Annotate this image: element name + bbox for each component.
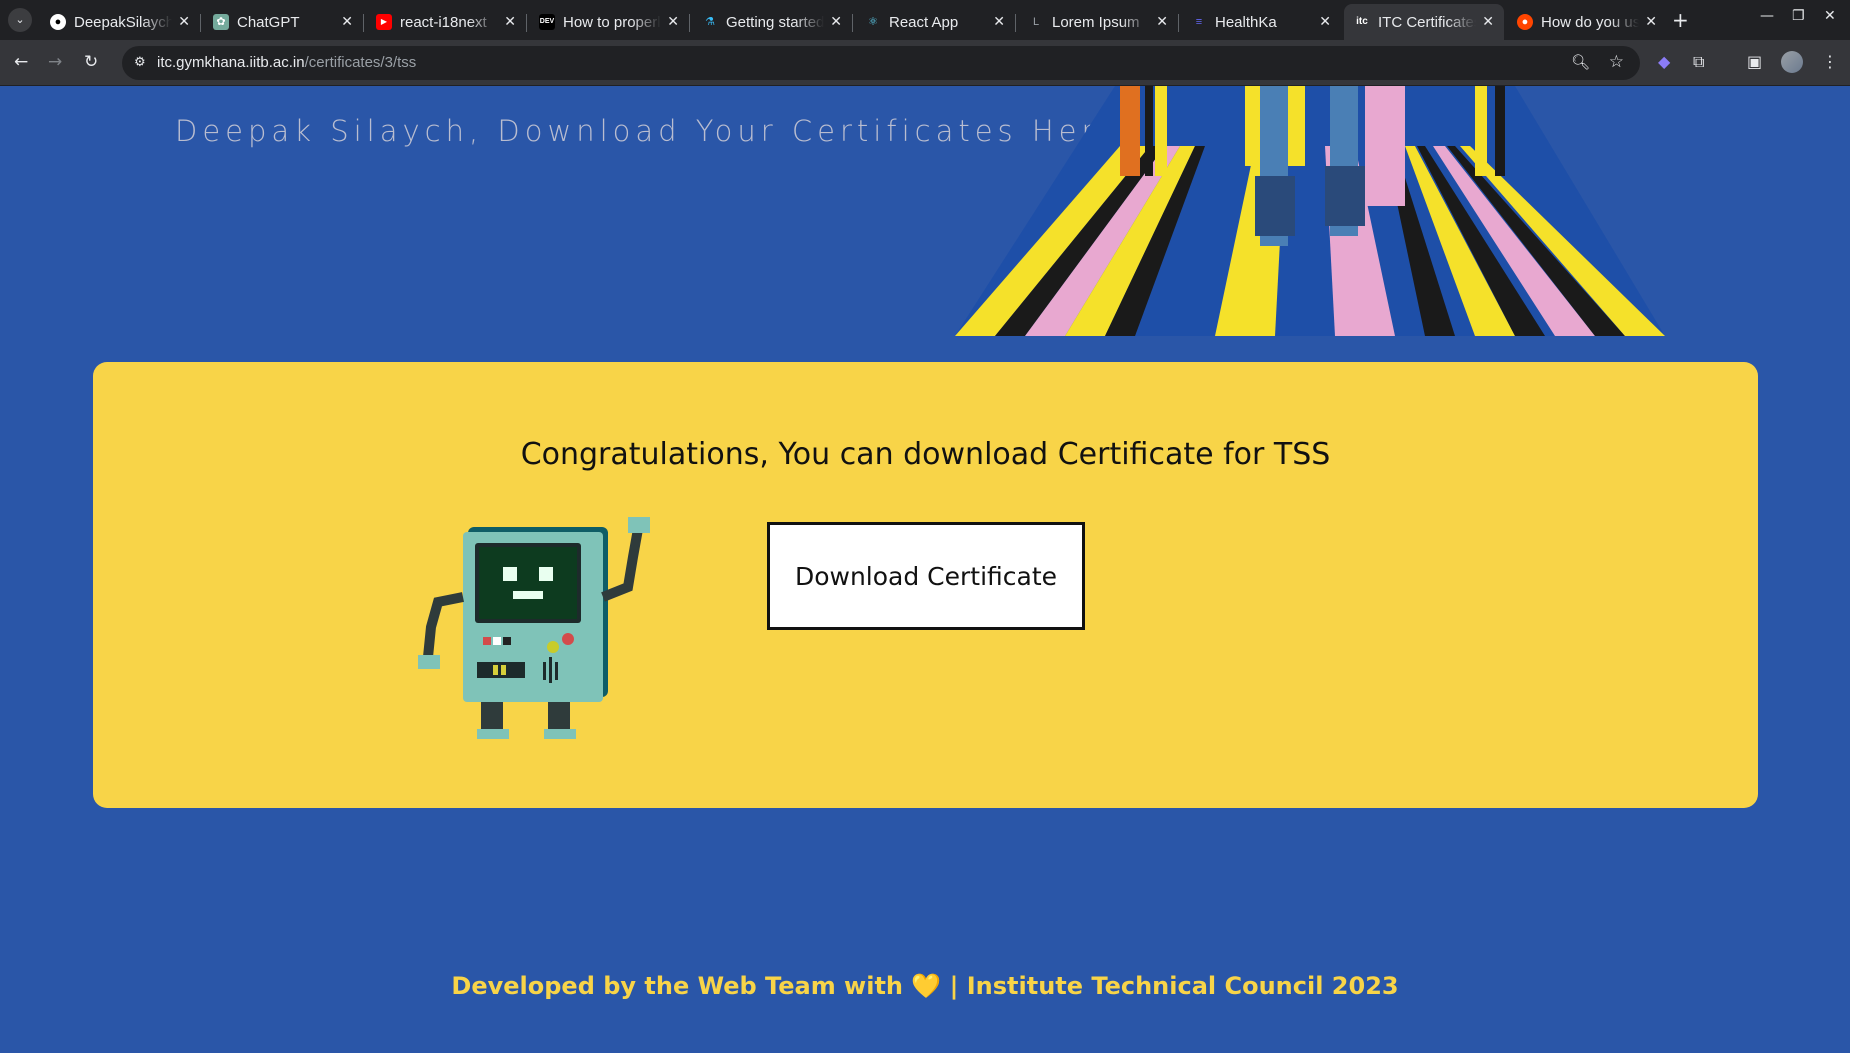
card-heading: Congratulations, You can download Certif…	[520, 437, 1331, 472]
url-text[interactable]: itc.gymkhana.iitb.ac.in/certificates/3/t…	[157, 54, 416, 71]
close-icon[interactable]: ✕	[667, 13, 679, 30]
flask-icon: ⚗	[705, 16, 715, 28]
certificate-card: Congratulations, You can download Certif…	[93, 362, 1758, 808]
dev-icon: DEV	[539, 14, 555, 30]
forward-icon[interactable]: →	[48, 52, 62, 72]
tab-getting-started[interactable]: ⚗ Getting started ✕	[692, 4, 853, 40]
side-panel-icon[interactable]: ▣	[1747, 52, 1762, 71]
react-icon: ⚛	[868, 16, 878, 28]
zoom-icon[interactable]: 🔍︎	[1571, 53, 1590, 71]
tab-chatgpt[interactable]: ✿ ChatGPT ✕	[203, 4, 364, 40]
tab-title: How do you use	[1541, 13, 1639, 31]
tab-title: React App	[889, 13, 959, 31]
reload-icon[interactable]: ↻	[84, 52, 98, 72]
address-bar[interactable]: ⚙ itc.gymkhana.iitb.ac.in/certificates/3…	[122, 46, 1640, 80]
itc-icon: itc	[1356, 16, 1368, 27]
tab-youtube[interactable]: ▶ react-i18next ✕	[366, 4, 527, 40]
close-icon[interactable]: ✕	[1645, 13, 1657, 30]
tab-title: HealthKa	[1215, 13, 1277, 31]
tab-separator	[852, 14, 853, 32]
close-icon[interactable]: ✕	[504, 13, 516, 30]
tab-bar: ⌄ ● DeepakSilaych ✕ ✿ ChatGPT ✕ ▶ react-…	[0, 0, 1850, 40]
chatgpt-icon: ✿	[213, 14, 229, 30]
tab-title: Lorem Ipsum	[1052, 13, 1140, 31]
tab-lorem-ipsum[interactable]: L Lorem Ipsum ✕	[1018, 4, 1179, 40]
tab-separator	[200, 14, 201, 32]
url-path: /certificates/3/tss	[304, 54, 417, 71]
site-info-icon[interactable]: ⚙	[134, 55, 146, 70]
minimize-icon[interactable]: —	[1760, 8, 1774, 24]
youtube-icon: ▶	[376, 14, 392, 30]
window-close-icon[interactable]: ✕	[1824, 8, 1836, 24]
tab-reddit[interactable]: ● How do you use ✕	[1507, 4, 1667, 40]
footer-text: Developed by the Web Team with 💛 | Insti…	[451, 972, 1399, 1000]
reddit-icon: ●	[1517, 14, 1533, 30]
back-icon[interactable]: ←	[14, 52, 28, 72]
tab-react-app[interactable]: ⚛ React App ✕	[855, 4, 1016, 40]
url-host: itc.gymkhana.iitb.ac.in	[157, 54, 305, 71]
close-icon[interactable]: ✕	[993, 13, 1005, 30]
close-icon[interactable]: ✕	[1156, 13, 1168, 30]
tab-github[interactable]: ● DeepakSilaych ✕	[40, 4, 201, 40]
robot-illustration	[418, 517, 650, 739]
menu-kebab-icon[interactable]: ⋮	[1822, 52, 1838, 71]
tab-title: DeepakSilaych	[74, 13, 172, 31]
tab-separator	[363, 14, 364, 32]
hero-illustration	[955, 86, 1665, 336]
restore-icon[interactable]: ❐	[1792, 8, 1805, 24]
lorem-icon: L	[1032, 16, 1040, 28]
tab-separator	[1178, 14, 1179, 32]
tab-title: How to properly	[563, 13, 661, 31]
tab-search-button[interactable]: ⌄	[8, 8, 32, 32]
profile-avatar[interactable]	[1781, 51, 1803, 73]
tab-separator	[526, 14, 527, 32]
tab-dev[interactable]: DEV How to properly ✕	[529, 4, 690, 40]
tab-separator	[1015, 14, 1016, 32]
healthka-icon: ≡	[1195, 16, 1203, 28]
close-icon[interactable]: ✕	[178, 13, 190, 30]
bookmark-star-icon[interactable]: ☆	[1609, 52, 1624, 72]
tab-title: react-i18next	[400, 13, 487, 31]
tab-separator	[689, 14, 690, 32]
download-certificate-button[interactable]: Download Certificate	[767, 522, 1085, 630]
page-body: Deepak Silaych, Download Your Certificat…	[0, 86, 1850, 1053]
github-icon: ●	[50, 14, 66, 30]
close-icon[interactable]: ✕	[830, 13, 842, 30]
close-icon[interactable]: ✕	[1319, 13, 1331, 30]
browser-toolbar: ← → ↻ ⚙ itc.gymkhana.iitb.ac.in/certific…	[0, 40, 1850, 86]
new-tab-icon[interactable]: +	[1672, 8, 1689, 32]
tab-title: ChatGPT	[237, 13, 300, 31]
tab-healthka[interactable]: ≡ HealthKa ✕	[1181, 4, 1341, 40]
close-icon[interactable]: ✕	[1482, 13, 1494, 30]
extension-icon[interactable]: ◆	[1658, 52, 1670, 71]
close-icon[interactable]: ✕	[341, 13, 353, 30]
tab-title: Getting started	[726, 13, 824, 31]
tab-title: ITC Certificates	[1378, 13, 1476, 31]
extensions-puzzle-icon[interactable]: ⧉	[1693, 52, 1704, 72]
tab-itc-certificates[interactable]: itc ITC Certificates ✕	[1344, 4, 1504, 40]
